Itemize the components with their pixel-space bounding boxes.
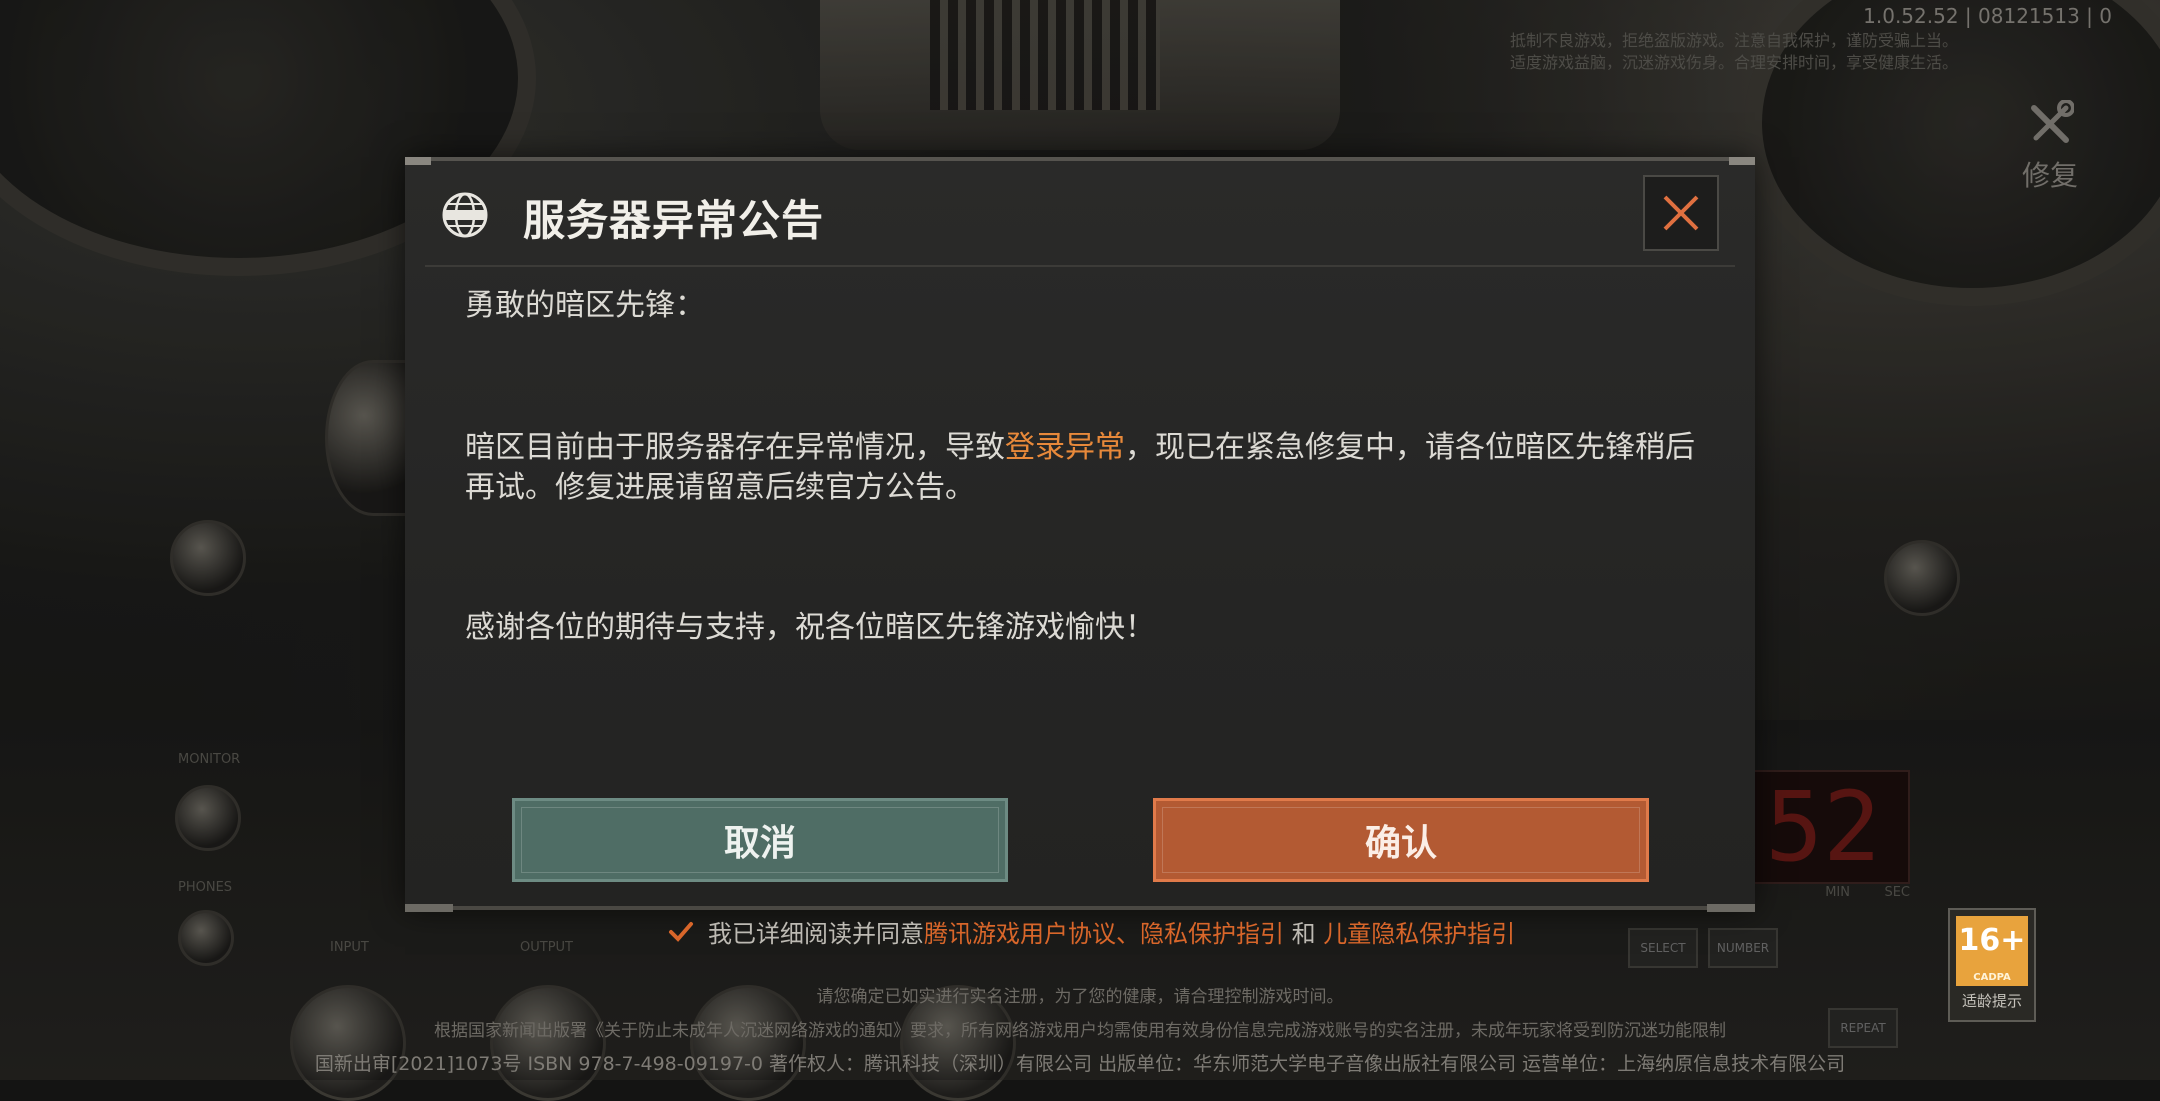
agreement-checkbox[interactable] (668, 919, 694, 945)
dialog-corner (1707, 904, 1755, 912)
age-rating-badge[interactable]: 16+ CADPA 适龄提示 (1948, 908, 2036, 1022)
privacy-policy-link[interactable]: 隐私保护指引 (1140, 914, 1284, 949)
greeting: 勇敢的暗区先锋： (465, 288, 705, 323)
agreement-and: 和 (1284, 920, 1324, 948)
children-privacy-link[interactable]: 儿童隐私保护指引 (1323, 914, 1515, 949)
server-notice-dialog: 服务器异常公告 勇敢的暗区先锋： 暗区目前由于服务器存在异常情况，导致登录异常，… (405, 157, 1755, 912)
cancel-button[interactable]: 取消 (512, 798, 1008, 882)
dialog-header: 服务器异常公告 (425, 161, 1735, 267)
age-rating-value: 16+ (1958, 923, 2026, 958)
agreement-prefix: 我已详细阅读并同意 (708, 920, 924, 948)
agreement-row: 我已详细阅读并同意 腾讯游戏用户协议、隐私保护指引 和 儿童隐私保护指引 (668, 914, 1515, 949)
age-rating-caption: 适龄提示 (1961, 992, 2022, 1010)
thanks-text: 感谢各位的期待与支持，祝各位暗区先锋游戏愉快！ (465, 610, 1155, 645)
age-rating-org: CADPA (1973, 972, 2011, 983)
user-agreement-link[interactable]: 腾讯游戏用户协议 (924, 914, 1116, 949)
dialog-content: 勇敢的暗区先锋： 暗区目前由于服务器存在异常情况，导致登录异常，现已在紧急修复中… (465, 286, 1705, 648)
notice-paragraph: 暗区目前由于服务器存在异常情况，导致登录异常，现已在紧急修复中，请各位暗区先锋稍… (465, 428, 1705, 508)
age-rating-icon: 16+ CADPA (1956, 916, 2028, 986)
close-icon (1663, 195, 1699, 231)
dialog-corner (405, 904, 453, 912)
agreement-separator: 、 (1116, 920, 1140, 948)
realname-notice: 请您确定已如实进行实名注册，为了您的健康，请合理控制游戏时间。 (816, 987, 1344, 1007)
license-footer: 国新出审[2021]1073号 ISBN 978-7-498-09197-0 著… (314, 1053, 1846, 1075)
regulation-notice: 根据国家新闻出版署《关于防止未成年人沉迷网络游戏的通知》要求，所有网络游戏用户均… (434, 1021, 1726, 1041)
close-button[interactable] (1643, 175, 1719, 251)
globe-icon (442, 192, 488, 238)
confirm-button[interactable]: 确认 (1153, 798, 1649, 882)
login-error-highlight: 登录异常 (1005, 430, 1125, 465)
dialog-title: 服务器异常公告 (523, 196, 825, 245)
notice-text: 暗区目前由于服务器存在异常情况，导致 (465, 430, 1005, 465)
